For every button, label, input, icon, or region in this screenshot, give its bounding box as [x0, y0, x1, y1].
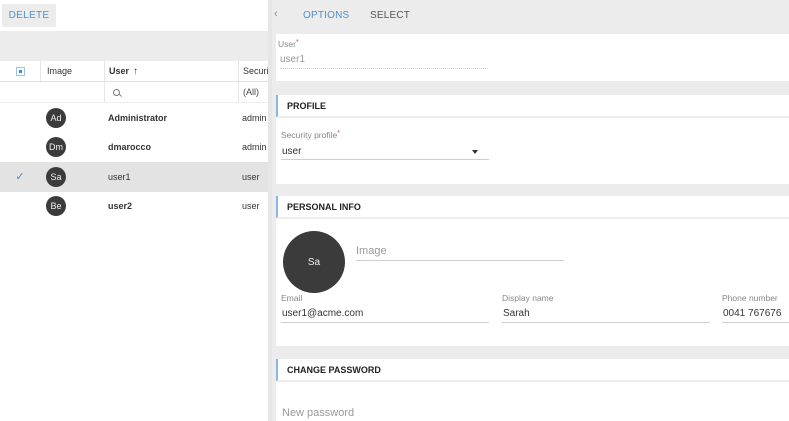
avatar: Ad — [46, 107, 66, 128]
required-marker: * — [337, 130, 340, 137]
user-field: user1 — [280, 54, 306, 65]
phone-field[interactable]: 0041 767676 — [723, 308, 781, 319]
security-filter-cell[interactable]: (All) — [238, 82, 268, 102]
detail-tabbar: ‹ OPTIONS SELECT — [272, 0, 789, 31]
security-profile-underline — [281, 159, 489, 160]
column-header-user[interactable]: User ↑ — [104, 61, 238, 81]
user-cell: Administrator — [108, 112, 168, 123]
avatar-cell: Dm — [40, 133, 104, 163]
row-select-cell[interactable] — [0, 192, 40, 222]
user-field-underline — [280, 68, 488, 69]
display-name-field[interactable]: Sarah — [503, 308, 530, 319]
column-header-security[interactable]: Securit — [238, 61, 268, 81]
tab-select[interactable]: SELECT — [370, 10, 410, 21]
security-profile-select[interactable]: user — [282, 146, 301, 157]
image-field[interactable]: Image — [356, 245, 387, 257]
delete-button[interactable]: DELETE — [2, 4, 56, 27]
user-admin-screen: DELETE Image User ↑ Securit (All) Ad — [0, 0, 789, 421]
checkmark-icon[interactable]: ✓ — [15, 170, 24, 183]
table-row[interactable]: Be user2 user — [0, 192, 268, 222]
avatar-cell: Be — [40, 192, 104, 222]
column-header-image[interactable]: Image — [40, 61, 104, 81]
display-name-label: Display name — [502, 293, 554, 303]
tab-options[interactable]: OPTIONS — [303, 10, 349, 21]
row-select-cell[interactable] — [0, 133, 40, 163]
table-row-selected[interactable]: ✓ Sa user1 user — [0, 162, 268, 192]
user-field-label: User* — [278, 39, 299, 49]
user-cell: user1 — [108, 171, 131, 182]
grid-header: Image User ↑ Securit — [0, 61, 268, 82]
required-marker: * — [295, 39, 299, 46]
row-select-cell[interactable] — [0, 103, 40, 133]
select-all-cell[interactable] — [0, 61, 40, 81]
email-label: Email — [281, 293, 303, 303]
profile-section-header: PROFILE — [276, 95, 789, 117]
table-row[interactable]: Ad Administrator admin — [0, 103, 268, 133]
email-underline — [281, 322, 489, 323]
security-profile-label-text: Security profile — [281, 130, 338, 140]
profile-avatar[interactable]: Sa — [283, 231, 345, 293]
change-password-section-header: CHANGE PASSWORD — [276, 359, 789, 381]
chevron-left-icon[interactable]: ‹ — [274, 8, 278, 20]
table-row[interactable]: Dm dmarocco admin — [0, 133, 268, 163]
phone-underline — [722, 322, 789, 323]
security-cell: user — [242, 201, 260, 212]
row-select-cell[interactable]: ✓ — [0, 162, 40, 192]
sort-ascending-icon[interactable]: ↑ — [133, 66, 138, 77]
user-field-label-text: User — [278, 39, 296, 49]
new-password-field[interactable]: New password — [282, 407, 354, 419]
personal-info-section-body: Sa Image Email user1@acme.com Display na… — [276, 219, 789, 346]
chevron-down-icon[interactable] — [472, 150, 478, 154]
column-header-user-label: User — [109, 66, 130, 76]
email-field[interactable]: user1@acme.com — [282, 308, 363, 319]
avatar: Sa — [46, 166, 66, 187]
security-cell: admin — [242, 112, 267, 123]
search-icon[interactable] — [113, 88, 120, 96]
profile-section-body: Security profile* user — [276, 118, 789, 184]
security-cell: admin — [242, 142, 267, 153]
user-field-card: User* user1 — [276, 34, 789, 81]
avatar-cell: Sa — [40, 162, 104, 192]
avatar: Dm — [46, 137, 66, 158]
security-cell: user — [242, 171, 260, 182]
filter-row: (All) — [0, 82, 268, 103]
user-detail-pane: ‹ OPTIONS SELECT User* user1 PROFILE Sec… — [272, 0, 789, 421]
select-all-checkbox[interactable] — [15, 66, 25, 76]
group-panel — [0, 31, 268, 61]
personal-info-section-header: PERSONAL INFO — [276, 196, 789, 218]
user-cell: dmarocco — [108, 142, 152, 153]
list-toolbar: DELETE — [0, 0, 268, 31]
phone-label: Phone number — [722, 293, 778, 303]
change-password-section-body: New password — [276, 382, 789, 421]
image-field-underline — [356, 260, 564, 261]
user-cell: user2 — [108, 201, 133, 212]
user-filter-cell[interactable] — [104, 82, 238, 102]
display-name-underline — [502, 322, 710, 323]
avatar: Be — [46, 196, 66, 217]
avatar-cell: Ad — [40, 103, 104, 133]
user-list-pane: DELETE Image User ↑ Securit (All) Ad — [0, 0, 268, 421]
security-profile-label: Security profile* — [281, 130, 340, 140]
